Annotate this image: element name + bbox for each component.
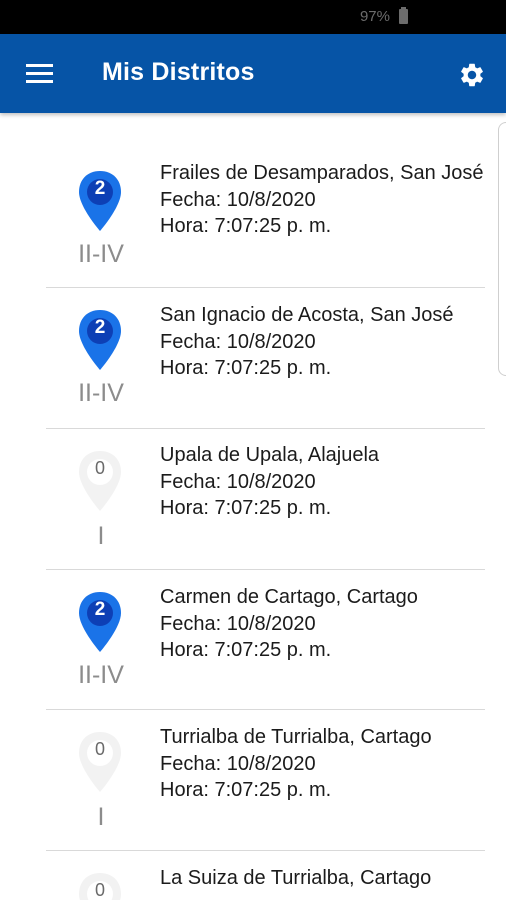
district-time: Hora: 7:07:25 p. m. xyxy=(160,497,332,519)
list-item[interactable]: 2 II-IV Carmen de Cartago, Cartago Fecha… xyxy=(46,570,485,710)
district-name: San Ignacio de Acosta, San José xyxy=(160,304,454,326)
district-name: Carmen de Cartago, Cartago xyxy=(160,586,418,608)
marker-count: 0 xyxy=(94,739,105,759)
alert-level: I xyxy=(97,803,105,831)
district-time: Hora: 7:07:25 p. m. xyxy=(160,639,332,661)
district-date: Fecha: 10/8/2020 xyxy=(160,470,316,493)
marker-count: 2 xyxy=(94,599,106,620)
marker-count: 2 xyxy=(94,317,106,338)
list-item[interactable]: 0 La Suiza de Turrialba, Cartago xyxy=(46,851,485,900)
menu-icon[interactable] xyxy=(26,64,53,84)
list-item[interactable]: 2 II-IV Frailes de Desamparados, San Jos… xyxy=(46,149,485,288)
district-name: Turrialba de Turrialba, Cartago xyxy=(160,726,432,748)
district-list[interactable]: 2 II-IV Frailes de Desamparados, San Jos… xyxy=(0,113,506,900)
district-time: Hora: 7:07:25 p. m. xyxy=(160,779,332,801)
alert-level: II-IV xyxy=(78,240,124,268)
battery-icon xyxy=(399,7,408,24)
marker-count: 2 xyxy=(94,178,106,199)
list-item[interactable]: 0 I Turrialba de Turrialba, Cartago Fech… xyxy=(46,710,485,851)
district-name: Frailes de Desamparados, San José xyxy=(160,162,484,184)
list-item[interactable]: 0 I Upala de Upala, Alajuela Fecha: 10/8… xyxy=(46,429,485,570)
status-bar: 97% xyxy=(0,0,506,34)
district-date: Fecha: 10/8/2020 xyxy=(160,188,316,211)
scroll-handle[interactable] xyxy=(498,122,506,376)
district-time: Hora: 7:07:25 p. m. xyxy=(160,357,332,379)
alert-level: II-IV xyxy=(78,379,124,407)
gear-icon[interactable] xyxy=(458,61,486,89)
district-name: La Suiza de Turrialba, Cartago xyxy=(160,867,432,889)
alert-level: I xyxy=(97,522,105,550)
district-date: Fecha: 10/8/2020 xyxy=(160,330,316,353)
alert-level: II-IV xyxy=(78,661,124,689)
battery-level: 97% xyxy=(359,8,390,25)
district-date: Fecha: 10/8/2020 xyxy=(160,612,316,635)
list-item[interactable]: 2 II-IV San Ignacio de Acosta, San José … xyxy=(46,288,485,429)
marker-count: 0 xyxy=(94,880,105,900)
district-date: Fecha: 10/8/2020 xyxy=(160,752,316,775)
page-title: Mis Distritos xyxy=(102,58,255,86)
marker-count: 0 xyxy=(94,458,105,478)
app-bar: Mis Distritos xyxy=(0,34,506,113)
district-name: Upala de Upala, Alajuela xyxy=(160,444,380,466)
district-time: Hora: 7:07:25 p. m. xyxy=(160,215,332,237)
